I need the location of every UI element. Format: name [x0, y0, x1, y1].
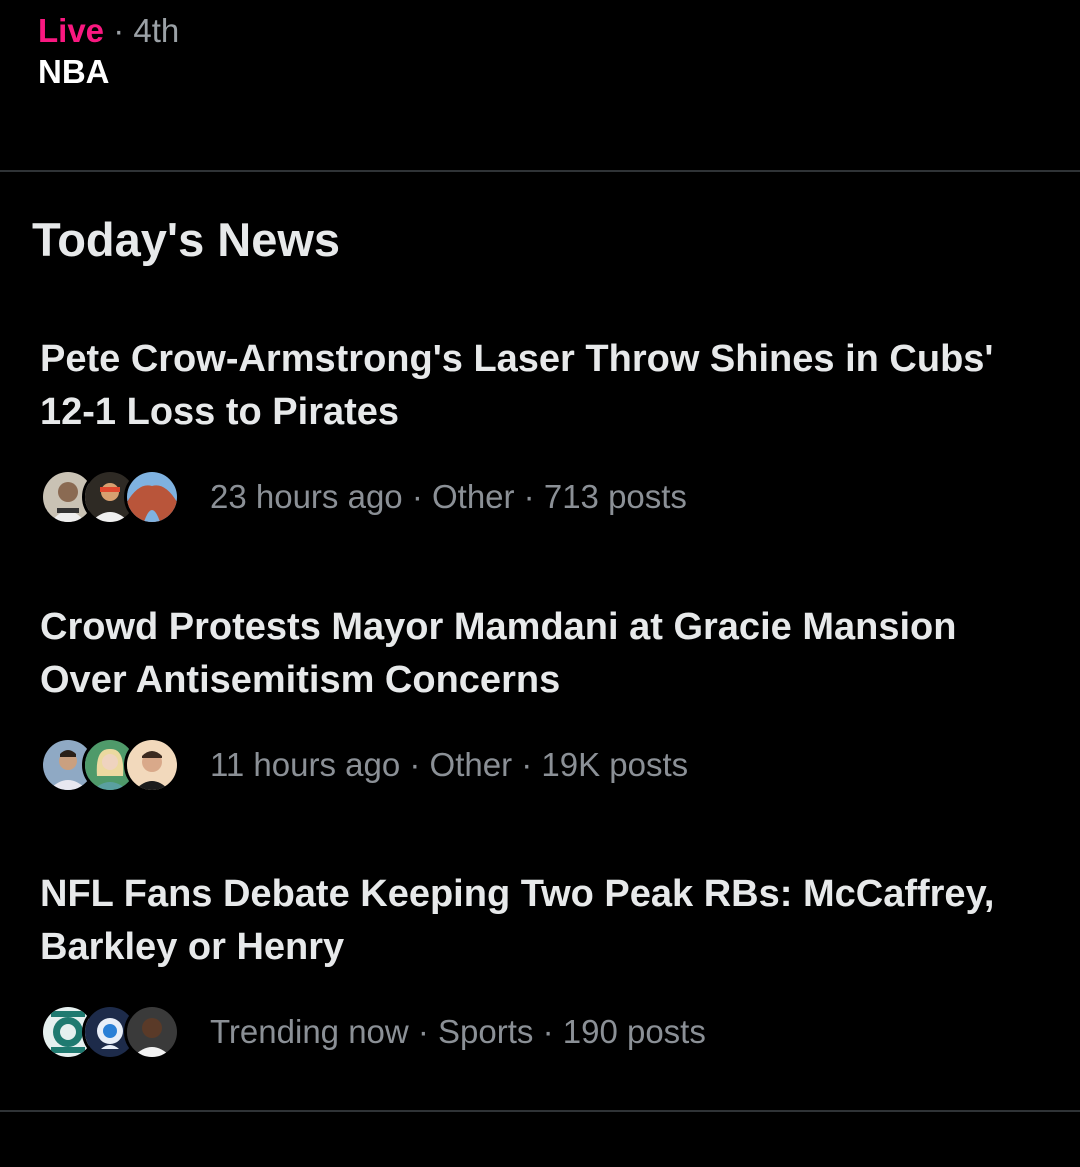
- live-game-card[interactable]: Live · 4th NBA: [38, 10, 1038, 92]
- news-headline[interactable]: Pete Crow-Armstrong's Laser Throw Shines…: [40, 333, 1050, 439]
- avatar-stack: [40, 737, 188, 793]
- red-rock-arch-avatar: [124, 469, 180, 525]
- football-player-avatar: [124, 1004, 180, 1060]
- news-meta: 11 hours ago · Other · 19K posts: [210, 746, 689, 783]
- news-item[interactable]: Crowd Protests Mayor Mamdani at Gracie M…: [40, 601, 1050, 793]
- news-item[interactable]: NFL Fans Debate Keeping Two Peak RBs: Mc…: [40, 868, 1050, 1060]
- news-meta-row: 11 hours ago · Other · 19K posts: [40, 737, 1050, 793]
- section-divider: [0, 170, 1080, 172]
- league-name: NBA: [38, 53, 110, 90]
- headline-line: Crowd Protests Mayor Mamdani at Gracie M…: [40, 606, 957, 648]
- news-meta: Trending now · Sports · 190 posts: [210, 1013, 706, 1050]
- news-meta-row: 23 hours ago · Other · 713 posts: [40, 469, 1050, 525]
- news-item[interactable]: Pete Crow-Armstrong's Laser Throw Shines…: [40, 333, 1050, 525]
- live-status-line: Live · 4th: [38, 10, 1038, 52]
- section-divider: [0, 1110, 1080, 1112]
- headline-line: NFL Fans Debate Keeping Two Peak RBs: Mc…: [40, 873, 995, 915]
- avatar-stack: [40, 469, 188, 525]
- live-badge: Live: [38, 12, 105, 49]
- man-portrait-avatar: [124, 737, 180, 793]
- news-headline[interactable]: NFL Fans Debate Keeping Two Peak RBs: Mc…: [40, 868, 1050, 974]
- avatar-stack: [40, 1004, 188, 1060]
- section-title-todays-news: Today's News: [32, 213, 341, 266]
- headline-line: Over Antisemitism Concerns: [40, 659, 561, 701]
- headline-line: 12-1 Loss to Pirates: [40, 391, 400, 433]
- headline-line: Pete Crow-Armstrong's Laser Throw Shines…: [40, 338, 994, 380]
- news-meta: 23 hours ago · Other · 713 posts: [210, 478, 687, 515]
- live-separator: ·: [113, 12, 125, 49]
- news-headline[interactable]: Crowd Protests Mayor Mamdani at Gracie M…: [40, 601, 1050, 707]
- headline-line: Barkley or Henry: [40, 926, 345, 968]
- news-meta-row: Trending now · Sports · 190 posts: [40, 1004, 1050, 1060]
- game-period: 4th: [133, 12, 180, 49]
